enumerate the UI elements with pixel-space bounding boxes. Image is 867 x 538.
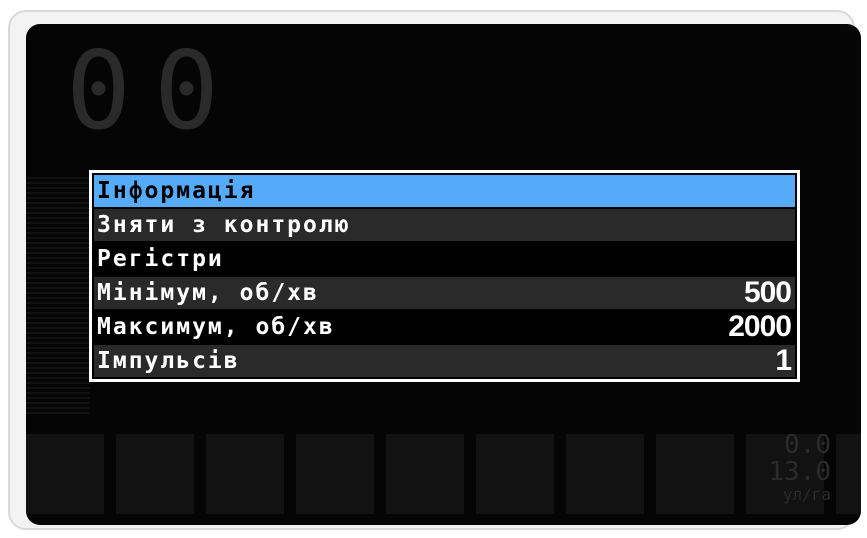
readout-value-2: 13.0: [768, 457, 831, 488]
menu-item-maximum-rpm[interactable]: Максимум, об/хв 2000: [94, 310, 795, 343]
menu-item-label: Інформація: [97, 178, 256, 204]
menu-item-label: Імпульсів: [97, 348, 240, 374]
readout-unit: ул/га: [782, 484, 831, 504]
terminal-screen: 0 0 0.0 13.0 ул/га Інформація Зняти з ко…: [26, 24, 861, 525]
menu-item-minimum-rpm[interactable]: Мінімум, об/хв 500: [94, 276, 795, 309]
menu-item-label: Зняти з контролю: [97, 212, 351, 238]
readout-value-1: 0.0: [784, 430, 831, 460]
menu-item-value: 1: [775, 344, 792, 377]
menu-item-registers[interactable]: Регістри: [94, 243, 795, 275]
context-menu: Інформація Зняти з контролю Регістри Мін…: [89, 170, 800, 382]
readout-values: 0.0 13.0 ул/га: [768, 430, 831, 504]
menu-item-label: Регістри: [97, 246, 224, 272]
side-gauge: [26, 174, 90, 414]
bottom-sections-bar: [26, 434, 861, 514]
menu-item-pulses[interactable]: Імпульсів 1: [94, 344, 795, 377]
menu-item-value: 2000: [728, 310, 792, 343]
menu-item-label: Мінімум, об/хв: [97, 280, 319, 306]
menu-item-label: Максимум, об/хв: [97, 314, 335, 340]
menu-item-information[interactable]: Інформація: [94, 175, 795, 207]
menu-item-value: 500: [743, 276, 792, 309]
speed-integer-digit: 0: [66, 29, 131, 154]
speed-decimal-digit: 0: [154, 29, 219, 154]
menu-item-remove-from-control[interactable]: Зняти з контролю: [94, 209, 795, 241]
